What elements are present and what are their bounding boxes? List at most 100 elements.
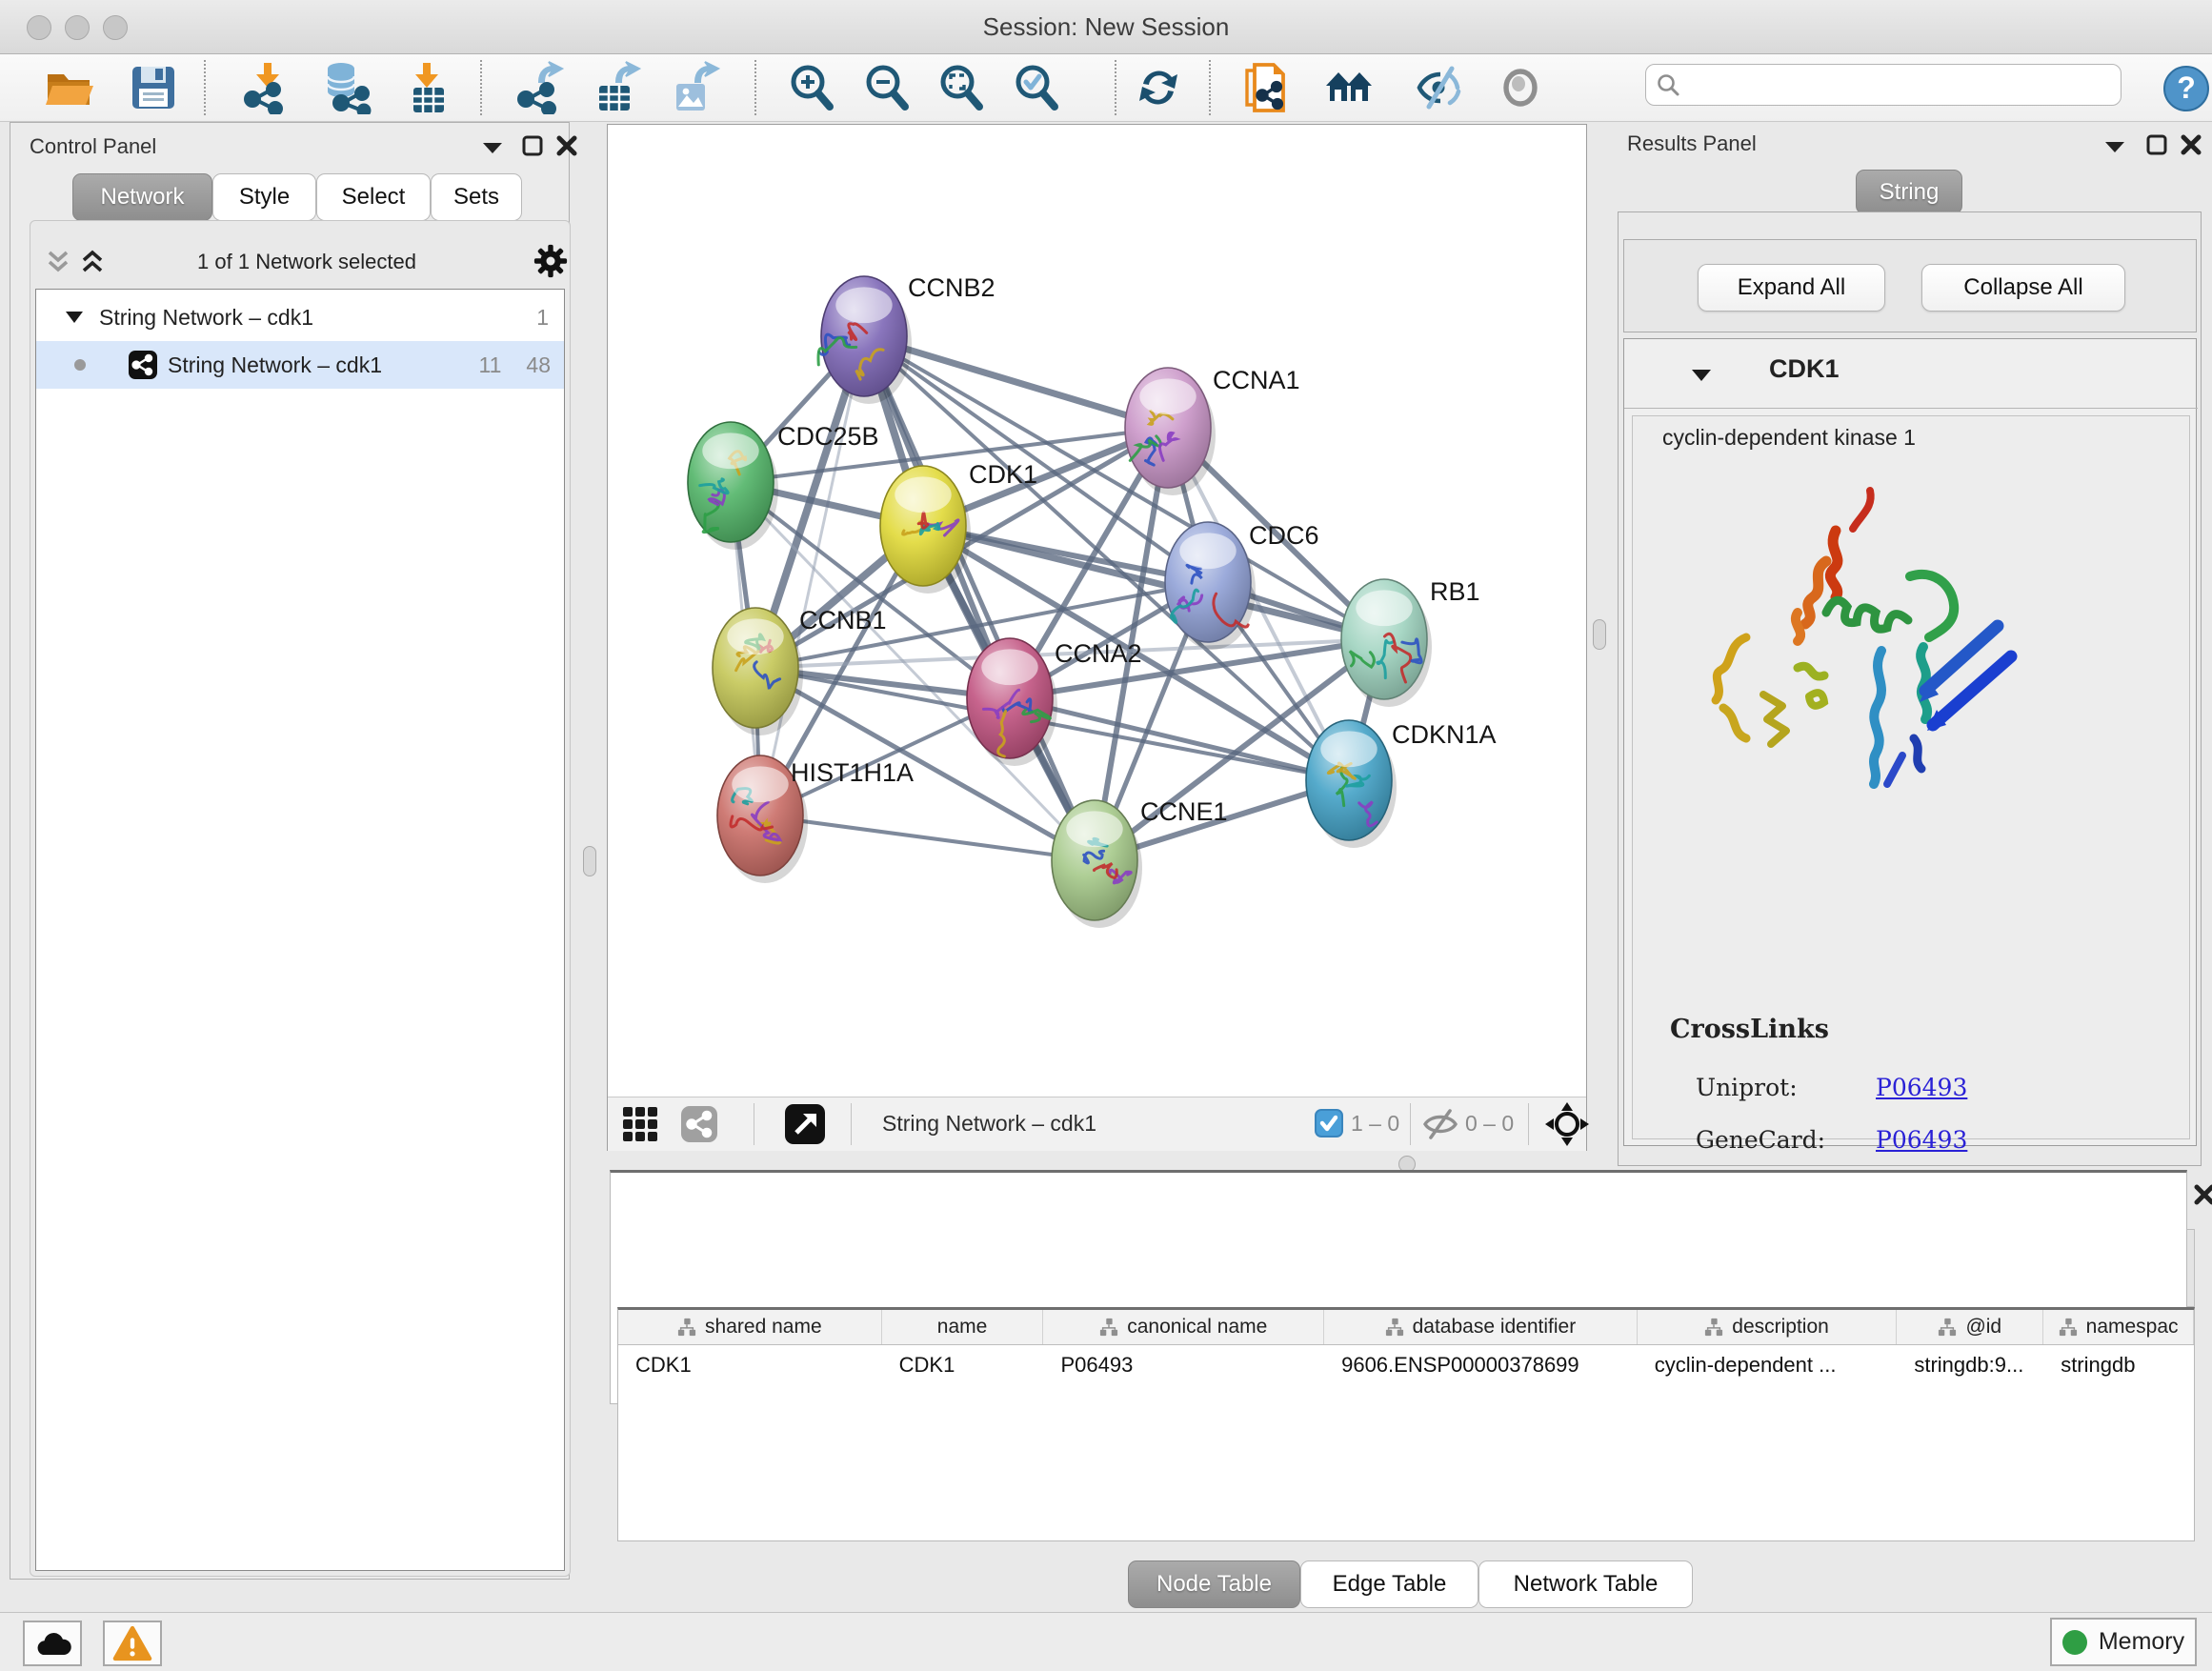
splitter-handle-right[interactable] (1593, 619, 1606, 650)
table-cell[interactable]: 9606.ENSP00000378699 (1324, 1344, 1638, 1386)
splitter-handle-left[interactable] (583, 846, 596, 876)
column-header-description[interactable]: description (1638, 1310, 1898, 1344)
collapse-all-button[interactable]: Collapse All (1921, 264, 2125, 312)
node-label-CDC25B: CDC25B (777, 422, 879, 451)
tab-string[interactable]: String (1856, 170, 1962, 214)
node-CCNB1[interactable] (713, 608, 803, 735)
edge-HIST1H1A-CCNE1[interactable] (760, 815, 1095, 860)
node-CDC6[interactable] (1165, 522, 1256, 650)
refresh-icon[interactable] (1132, 61, 1185, 114)
import-network-file-icon[interactable] (241, 61, 294, 114)
window-title: Session: New Session (0, 12, 2212, 42)
network-options-gear-icon[interactable] (533, 244, 568, 278)
tab-network-table[interactable]: Network Table (1478, 1560, 1693, 1608)
help-icon[interactable]: ? (2162, 65, 2210, 112)
gray-eye-icon[interactable] (1494, 61, 1547, 114)
node-CDKN1A[interactable] (1306, 720, 1397, 848)
open-session-icon[interactable] (42, 61, 95, 114)
node-RB1[interactable] (1341, 579, 1432, 707)
grid-view-icon[interactable] (621, 1105, 659, 1143)
crosslink-link[interactable]: P06493 (1876, 1074, 1967, 1101)
tab-edge-table[interactable]: Edge Table (1300, 1560, 1478, 1608)
network-selection-status: 1 of 1 Network selected (116, 250, 497, 274)
cloud-button[interactable] (23, 1621, 82, 1666)
crosslinks-title: CrossLinks (1670, 1015, 1829, 1044)
warning-button[interactable] (103, 1621, 162, 1666)
zoom-in-icon[interactable] (785, 61, 838, 114)
column-header-label: name (937, 1316, 988, 1339)
hidden-eye-icon (1421, 1107, 1459, 1141)
crosslink-link[interactable]: P06493 (1876, 1126, 1967, 1154)
tab-select[interactable]: Select (316, 173, 431, 221)
tab-style[interactable]: Style (212, 173, 316, 221)
expand-all-button[interactable]: Expand All (1698, 264, 1885, 312)
network-share-view-icon[interactable] (680, 1105, 718, 1143)
network-collection-row[interactable]: String Network – cdk1 1 (36, 293, 564, 341)
network-view-title: String Network – cdk1 (882, 1111, 1096, 1137)
node-CCNA2[interactable] (967, 638, 1057, 766)
selected-checkbox-icon[interactable] (1315, 1109, 1343, 1137)
export-image-icon[interactable] (667, 61, 720, 114)
node-label-CCNA1: CCNA1 (1213, 366, 1300, 394)
detach-view-icon[interactable] (784, 1103, 826, 1145)
table-cell[interactable]: P06493 (1043, 1344, 1324, 1386)
table-cell[interactable]: CDK1 (618, 1344, 882, 1386)
node-CCNB2[interactable] (818, 276, 912, 404)
column-header-database-identifier[interactable]: database identifier (1324, 1310, 1638, 1344)
search-icon (1656, 72, 1680, 97)
table-cell[interactable]: stringdb:9... (1897, 1344, 2043, 1386)
memory-button[interactable]: Memory (2050, 1618, 2197, 1666)
node-table[interactable]: shared name name canonical namedatabase id… (617, 1307, 2195, 1541)
node-CDC25B[interactable] (688, 422, 778, 550)
column-header-canonical-name[interactable]: canonical name (1043, 1310, 1324, 1344)
tree-expander-icon[interactable] (65, 311, 84, 324)
import-network-database-icon[interactable] (320, 61, 373, 114)
hidden-count: 0 – 0 (1465, 1111, 1514, 1137)
search-input[interactable] (1680, 71, 2121, 98)
gene-collapse-icon[interactable] (1691, 368, 1712, 382)
chevrons-down-icon[interactable] (44, 248, 72, 276)
toolbar-separator (1209, 60, 1211, 115)
zoom-selected-icon[interactable] (1010, 61, 1063, 114)
tab-sets[interactable]: Sets (431, 173, 522, 221)
column-header--id[interactable]: @id (1897, 1310, 2043, 1344)
toolbar-separator (480, 60, 482, 115)
control-panel-close-icon[interactable] (555, 134, 578, 157)
save-session-icon[interactable] (127, 61, 180, 114)
network-canvas[interactable]: CCNB2CCNA1CDC25BCDK1CDC6RB1CCNB1CCNA2CDK… (608, 125, 1586, 1097)
results-panel-collapse-icon[interactable] (2103, 139, 2126, 154)
table-cell[interactable]: CDK1 (882, 1344, 1044, 1386)
zoom-out-icon[interactable] (860, 61, 914, 114)
export-table-icon[interactable] (590, 61, 643, 114)
zoom-fit-icon[interactable] (935, 61, 988, 114)
column-header-name[interactable]: name (882, 1310, 1044, 1344)
tab-network[interactable]: Network (72, 173, 212, 221)
collapse-all-label: Collapse All (1963, 274, 2082, 301)
table-cell[interactable]: cyclin-dependent ... (1638, 1344, 1898, 1386)
string-document-icon[interactable] (1239, 61, 1293, 114)
export-network-icon[interactable] (514, 61, 568, 114)
search-field[interactable] (1645, 64, 2122, 106)
chevrons-up-icon[interactable] (78, 248, 107, 276)
tab-label: Network Table (1514, 1571, 1659, 1598)
toolbar-separator (1410, 1103, 1411, 1145)
control-panel-float-icon[interactable] (521, 134, 544, 157)
results-panel-float-icon[interactable] (2145, 133, 2168, 156)
homes-icon[interactable] (1322, 61, 1376, 114)
table-row[interactable]: CDK1CDK1P064939606.ENSP00000378699cyclin… (618, 1344, 2194, 1386)
gene-name: CDK1 (1769, 354, 1840, 384)
table-panel-close-icon[interactable] (2193, 1183, 2212, 1206)
table-cell[interactable]: stringdb (2043, 1344, 2194, 1386)
node-CCNE1[interactable] (1052, 800, 1142, 928)
column-header-shared-name[interactable]: shared name (618, 1310, 882, 1344)
edge-CCNB2-HIST1H1A[interactable] (760, 336, 864, 815)
column-header-namespac[interactable]: namespac (2043, 1310, 2194, 1344)
tab-node-table[interactable]: Node Table (1128, 1560, 1300, 1608)
network-row-selected[interactable]: String Network – cdk1 11 48 (36, 341, 564, 389)
birds-eye-icon[interactable] (1545, 1102, 1589, 1146)
results-panel-close-icon[interactable] (2180, 133, 2202, 156)
table-panel: Table Panel (610, 1170, 2201, 1555)
control-panel-collapse-icon[interactable] (481, 140, 504, 155)
eye-slash-icon[interactable] (1412, 61, 1465, 114)
import-table-file-icon[interactable] (402, 61, 455, 114)
